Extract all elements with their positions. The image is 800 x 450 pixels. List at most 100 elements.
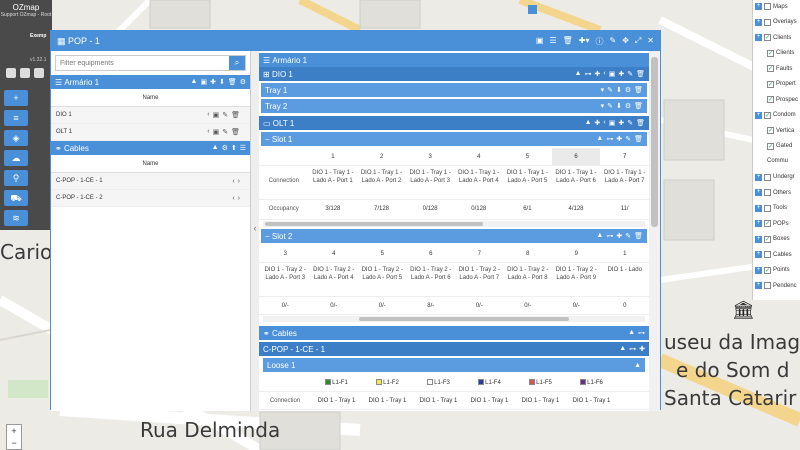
port-connection[interactable]: DIO 1 - Lado [601, 263, 650, 296]
delete-icon[interactable]: 🗑 [636, 119, 645, 127]
settings-icon[interactable]: ⚙ [625, 86, 631, 94]
port-connection[interactable]: DIO 1 - Tray 2 - Lado A - Port 4 [310, 263, 359, 296]
edit-icon[interactable]: ✎ [607, 86, 613, 94]
arrow-up-icon[interactable]: ⬆ [231, 144, 237, 152]
info-icon[interactable]: ⓘ [595, 36, 603, 47]
cable-header[interactable]: C-POP - 1-CE - 1 ▲ ⊶ ✚ [259, 342, 649, 356]
layer-checkbox[interactable] [764, 251, 771, 258]
layer-item[interactable]: ✓ Vertica [767, 127, 794, 134]
settings-icon[interactable]: ⚙ [240, 78, 246, 86]
port-connection[interactable]: DIO 1 - Tray 2 - Lado A - Port 8 [504, 263, 553, 296]
collapse-icon[interactable]: ▲ [191, 78, 198, 86]
add-icon[interactable]: ✚ [618, 119, 624, 127]
layer-checkbox[interactable]: ✓ [764, 235, 771, 243]
layer-item[interactable]: + Tools [755, 204, 787, 212]
settings-icon[interactable] [20, 68, 30, 78]
fiber-cell[interactable]: L1-F5 [515, 374, 566, 391]
port-number[interactable]: 3 [261, 245, 310, 262]
layer-checkbox[interactable]: ✓ [767, 142, 774, 150]
port-connection[interactable]: DIO 1 - Tray 2 - Lado A - Port 7 [455, 263, 504, 296]
edit-icon[interactable]: ✎ [222, 128, 228, 136]
add-icon[interactable]: ✚ [616, 232, 622, 240]
layer-checkbox[interactable] [764, 189, 771, 196]
layer-checkbox[interactable] [764, 3, 771, 10]
window-titlebar[interactable]: ▦ POP - 1 ▣ ☰ 🗑 ✚▾ ⓘ ✎ ✥ ⤢ ✕ [51, 31, 660, 51]
layer-checkbox[interactable]: ✓ [767, 49, 774, 57]
chevron-left-icon[interactable]: ‹ [207, 111, 209, 119]
port-connection[interactable]: DIO 1 - Tray 2 - Lado A - Port 9 [552, 263, 601, 296]
layer-checkbox[interactable]: ✓ [767, 127, 774, 134]
delete-icon[interactable]: 🗑 [636, 70, 645, 78]
expand-icon[interactable]: + [755, 173, 762, 181]
add-icon[interactable]: ✚ [616, 135, 622, 143]
collapse-icon[interactable]: ▲ [585, 119, 592, 127]
chevron-left-icon[interactable]: ‹ [232, 195, 234, 202]
layer-checkbox[interactable]: ✓ [767, 80, 774, 88]
delete-icon[interactable]: 🗑 [634, 102, 643, 110]
list-item[interactable]: C-POP - 1-CE - 1 ‹ › [51, 173, 250, 190]
fiber-cell[interactable]: L1-F1 [311, 374, 362, 391]
chevron-left-icon[interactable]: ‹ [603, 70, 605, 78]
expand-icon[interactable]: + [755, 220, 762, 227]
edit-icon[interactable]: ✎ [627, 70, 633, 78]
edit-icon[interactable]: ✎ [625, 232, 631, 240]
minus-icon[interactable]: − [265, 135, 272, 144]
slot2-hscrollbar[interactable] [263, 316, 645, 322]
armario-panel-header[interactable]: ☰ Armário 1 ▲ ▣ ✚ ⬇ 🗑 ⚙ [51, 75, 250, 89]
layer-checkbox[interactable]: ✓ [767, 65, 774, 72]
expand-icon[interactable]: + [755, 251, 762, 258]
layer-item[interactable]: ✓ Clients [767, 49, 794, 57]
delete-icon[interactable]: 🗑 [231, 111, 240, 119]
search-icon[interactable]: ⌕ [229, 56, 245, 70]
layer-checkbox[interactable]: ✓ [764, 220, 771, 227]
layer-item[interactable]: + ✓ Clients [755, 34, 791, 41]
layer-item[interactable]: + Cables [755, 251, 792, 258]
layer-checkbox[interactable] [764, 204, 771, 212]
port-number[interactable]: 6 [551, 148, 601, 165]
layer-item[interactable]: + ✓ POPs [755, 220, 789, 227]
slot1-hscrollbar[interactable] [263, 221, 645, 227]
edit-icon[interactable]: ✎ [607, 102, 613, 110]
fiber-connection[interactable]: DIO 1 - Tray 1 [413, 392, 464, 409]
port-connection[interactable]: DIO 1 - Tray 1 - Lado A - Port 1 [309, 166, 358, 199]
fiber-connection[interactable]: DIO 1 - Tray 1 [362, 392, 413, 409]
port-number[interactable]: 6 [407, 245, 456, 262]
connect-icon[interactable]: ⊶ [638, 329, 645, 337]
layer-item[interactable]: + Pendenc [755, 282, 797, 289]
edit-icon[interactable]: ✎ [625, 135, 631, 143]
layer-item[interactable]: + ✓ Boxes [755, 235, 790, 243]
chevron-left-icon[interactable]: ‹ [232, 178, 234, 185]
port-number[interactable]: 5 [503, 148, 552, 165]
layer-item[interactable]: ✓ Propert [767, 80, 796, 88]
layer-item[interactable]: Commu [767, 158, 788, 164]
layers-button[interactable]: ◈ [4, 130, 28, 146]
port-number[interactable]: 9 [552, 245, 601, 262]
settings-icon[interactable]: ⚙ [222, 144, 228, 152]
port-number[interactable]: 7 [455, 245, 504, 262]
close-icon[interactable]: ✕ [647, 36, 654, 47]
port-connection[interactable]: DIO 1 - Tray 1 - Lado A - Port 4 [454, 166, 503, 199]
add-icon[interactable]: ✚ [639, 345, 645, 353]
menu-icon[interactable]: ☰ [240, 144, 246, 152]
list-item[interactable]: DIO 1 ‹ ▣ ✎ 🗑 [51, 107, 250, 124]
move-icon[interactable]: ✥ [622, 36, 629, 47]
delete-icon[interactable]: 🗑 [634, 232, 643, 240]
port-number[interactable]: 5 [358, 245, 407, 262]
image-icon[interactable]: ▣ [213, 128, 220, 136]
tray-row[interactable]: Tray 2 ▾ ✎ ⬇ ⚙ 🗑 [261, 99, 647, 113]
port-number[interactable]: 4 [310, 245, 359, 262]
pane-splitter[interactable]: ‹ [251, 51, 259, 411]
collapse-icon[interactable]: ▲ [575, 70, 582, 78]
connect-icon[interactable]: ⊶ [585, 70, 592, 78]
layer-item[interactable]: ✓ Faults [767, 65, 792, 72]
fiber-cell[interactable]: L1-F4 [464, 374, 515, 391]
chevron-left-icon[interactable]: ‹ [207, 128, 209, 136]
chevron-right-icon[interactable]: › [238, 195, 240, 202]
layer-item[interactable]: + Maps [755, 3, 788, 10]
fiber-cell[interactable]: L1-F2 [362, 374, 413, 391]
image-icon[interactable]: ▣ [213, 111, 220, 119]
fiber-cell[interactable]: L1-F3 [413, 374, 464, 391]
port-connection[interactable]: DIO 1 - Tray 1 - Lado A - Port 3 [406, 166, 455, 199]
layer-item[interactable]: ✓ Prospec [767, 96, 798, 103]
collapse-icon[interactable]: ▾ [601, 102, 605, 110]
